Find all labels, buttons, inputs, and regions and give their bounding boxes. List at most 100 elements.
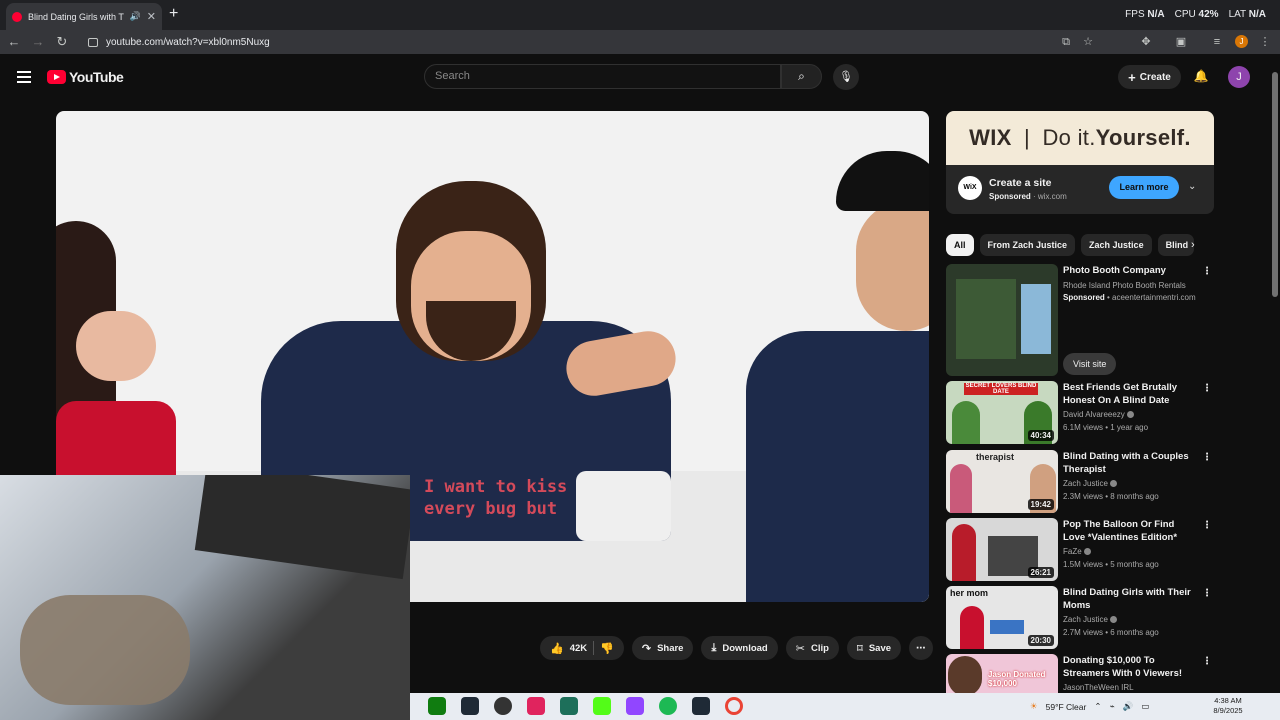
game-app-icon[interactable] (560, 697, 578, 715)
speaker-icon: 🔊 (129, 11, 141, 21)
list-item[interactable]: Jason Donated $10,000 Donating $10,000 T… (946, 654, 1214, 694)
twitch-app-icon[interactable] (626, 697, 644, 715)
app-icon[interactable] (692, 697, 710, 715)
chevron-right-icon[interactable]: › (1191, 239, 1195, 251)
channel-name[interactable]: Rhode Island Photo Booth Rentals (1063, 281, 1186, 290)
video-thumbnail[interactable]: SECRET LOVERS BLIND DATE 40:34 (946, 381, 1058, 444)
ad-banner[interactable]: WIX | Do it.Yourself. (946, 111, 1214, 165)
tiktok-app-icon[interactable] (527, 697, 545, 715)
more-options-icon[interactable]: ⋮ (1202, 520, 1212, 531)
battery-icon[interactable]: ▭ (1141, 701, 1149, 712)
cast-icon[interactable]: ▣ (1174, 35, 1188, 49)
taskbar-clock[interactable]: 4:38 AM 8/9/2025 (1208, 696, 1248, 716)
more-actions-button[interactable]: ⋯ (909, 636, 933, 660)
reload-button[interactable]: ↻ (54, 34, 70, 50)
video-title[interactable]: Blind Dating Girls with Their Moms (1063, 586, 1193, 612)
close-tab-icon[interactable]: ✕ (147, 10, 156, 23)
download-button[interactable]: ⤓ Download (701, 636, 778, 660)
like-count[interactable]: 42K (570, 643, 587, 654)
video-title[interactable]: Photo Booth Company (1063, 264, 1193, 277)
video-thumbnail[interactable]: 26:21 (946, 518, 1058, 581)
tab-search-icon[interactable]: ≡ (1210, 35, 1224, 49)
hamburger-menu-icon[interactable] (17, 71, 31, 83)
chevron-down-icon[interactable]: ⌄ (1188, 181, 1196, 192)
more-options-icon[interactable]: ⋮ (1202, 452, 1212, 463)
video-thumbnail[interactable]: Jason Donated $10,000 (946, 654, 1058, 694)
thumbs-up-icon[interactable]: 👍 (550, 642, 564, 655)
channel-name[interactable]: JasonTheWeen IRL (1063, 683, 1134, 692)
bookmark-star-icon[interactable]: ☆ (1081, 35, 1095, 49)
channel-name[interactable]: FaZe (1063, 547, 1091, 556)
extensions-icon[interactable]: ✥ (1139, 35, 1153, 49)
install-app-icon[interactable]: ⧉ (1059, 35, 1073, 49)
streamer-overlay-camera (0, 475, 410, 720)
browser-profile-avatar[interactable]: J (1235, 35, 1248, 48)
back-button[interactable]: ← (6, 34, 22, 50)
terminal-app-icon[interactable] (461, 697, 479, 715)
ad-meta: Sponsored • aceentertainmentri.com (1063, 293, 1196, 302)
bookmark-icon: ⌑ (856, 642, 863, 655)
thumb-table (990, 620, 1024, 634)
more-options-icon[interactable]: ⋮ (1202, 266, 1212, 277)
new-tab-button[interactable]: + (169, 5, 178, 23)
account-avatar[interactable]: J (1228, 66, 1250, 88)
video-thumbnail[interactable] (946, 264, 1058, 376)
voice-search-button[interactable]: 🎙 (833, 64, 859, 90)
channel-name[interactable]: Zach Justice (1063, 615, 1117, 624)
video-title[interactable]: Best Friends Get Brutally Honest On A Bl… (1063, 381, 1193, 407)
more-options-icon[interactable]: ⋮ (1202, 383, 1212, 394)
chip-zach-justice[interactable]: Zach Justice (1081, 234, 1152, 256)
omnibox[interactable]: youtube.com/watch?v=xbl0nm5Nuxg (82, 32, 1102, 52)
video-thumbnail[interactable]: therapist 19:42 (946, 450, 1058, 513)
thumbs-down-icon[interactable]: 👎 (600, 642, 614, 655)
list-item[interactable]: her mom 20:30 Blind Dating Girls with Th… (946, 586, 1214, 649)
forward-button[interactable]: → (30, 34, 46, 50)
network-icon[interactable]: ⌁ (1109, 701, 1114, 712)
volume-icon[interactable]: 🔊 (1123, 701, 1134, 712)
cpu-value: 42% (1198, 9, 1219, 20)
scrollbar-thumb[interactable] (1272, 72, 1278, 297)
browser-menu-icon[interactable]: ⋮ (1258, 35, 1272, 49)
url-text: youtube.com/watch?v=xbl0nm5Nuxg (106, 36, 270, 48)
video-thumbnail[interactable]: her mom 20:30 (946, 586, 1058, 649)
chip-from-zach-justice[interactable]: From Zach Justice (979, 234, 1076, 256)
xbox-app-icon[interactable] (428, 697, 446, 715)
weather-icon[interactable]: ☀ (1030, 701, 1038, 712)
share-button[interactable]: ↷ Share (631, 636, 694, 660)
search-button[interactable]: ⌕ (781, 64, 822, 89)
channel-name[interactable]: David Alvareeezy (1063, 410, 1134, 419)
learn-more-button[interactable]: Learn more (1109, 176, 1179, 199)
spotify-app-icon[interactable] (659, 697, 677, 715)
chip-all[interactable]: All (946, 234, 974, 256)
visit-site-button[interactable]: Visit site (1063, 353, 1117, 375)
list-item[interactable]: SECRET LOVERS BLIND DATE 40:34 Best Frie… (946, 381, 1214, 444)
video-title[interactable]: Blind Dating with a Couples Therapist (1063, 450, 1193, 476)
like-divider (593, 641, 595, 655)
video-title[interactable]: Pop The Balloon Or Find Love *Valentines… (1063, 518, 1193, 544)
chrome-app-icon[interactable] (725, 697, 743, 715)
clip-button[interactable]: ✂ Clip (785, 636, 839, 660)
weather-text[interactable]: 59°F Clear (1046, 702, 1087, 712)
save-button[interactable]: ⌑ Save (846, 636, 902, 660)
more-options-icon[interactable]: ⋮ (1202, 588, 1212, 599)
youtube-logo[interactable]: YouTube (47, 69, 124, 85)
create-button[interactable]: + Create (1118, 65, 1181, 89)
fps-value: N/A (1147, 9, 1165, 20)
notifications-bell-icon[interactable]: 🔔 (1193, 69, 1209, 85)
sponsored-ad-card[interactable]: WIX | Do it.Yourself. WiX Create a site … (946, 111, 1214, 214)
chip-blind[interactable]: Blind (1157, 234, 1194, 256)
ad-title[interactable]: Create a site (989, 177, 1051, 189)
obs-app-icon[interactable] (494, 697, 512, 715)
list-item[interactable]: 26:21 Pop The Balloon Or Find Love *Vale… (946, 518, 1214, 581)
channel-name[interactable]: Zach Justice (1063, 479, 1117, 488)
list-item[interactable]: Photo Booth Company Rhode Island Photo B… (946, 264, 1214, 376)
tab-title: Blind Dating Girls with Their (28, 11, 124, 22)
tray-chevron-icon[interactable]: ⌃ (1094, 701, 1101, 712)
list-item[interactable]: therapist 19:42 Blind Dating with a Coup… (946, 450, 1214, 513)
site-info-icon[interactable] (88, 37, 98, 47)
more-options-icon[interactable]: ⋮ (1202, 656, 1212, 667)
video-title[interactable]: Donating $10,000 To Streamers With 0 Vie… (1063, 654, 1193, 680)
kick-app-icon[interactable] (593, 697, 611, 715)
search-input[interactable]: Search (424, 64, 781, 89)
browser-tab[interactable]: Blind Dating Girls with Their 🔊 ✕ (6, 3, 162, 30)
